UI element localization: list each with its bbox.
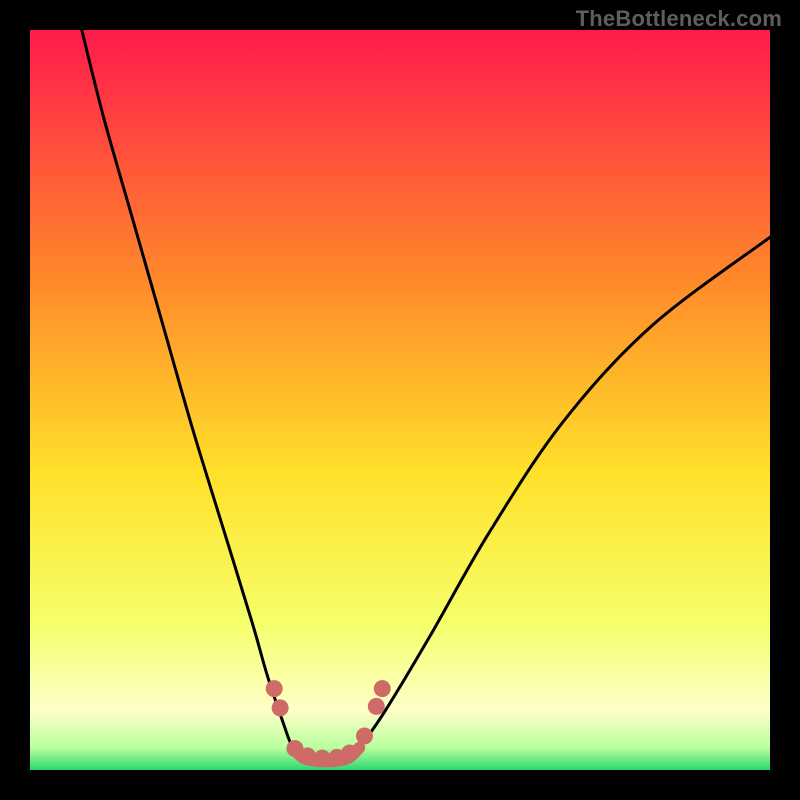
valley-marker: [356, 727, 373, 744]
valley-marker: [299, 747, 316, 764]
plot-area: [30, 30, 770, 770]
valley-marker: [266, 680, 283, 697]
valley-marker: [374, 680, 391, 697]
chart-frame: TheBottleneck.com: [0, 0, 800, 800]
valley-marker: [272, 699, 289, 716]
valley-marker: [341, 744, 358, 761]
curve-path: [82, 30, 770, 761]
valley-marker: [368, 698, 385, 715]
valley-marker: [314, 750, 331, 767]
watermark-text: TheBottleneck.com: [576, 6, 782, 32]
bottleneck-curve: [30, 30, 770, 770]
